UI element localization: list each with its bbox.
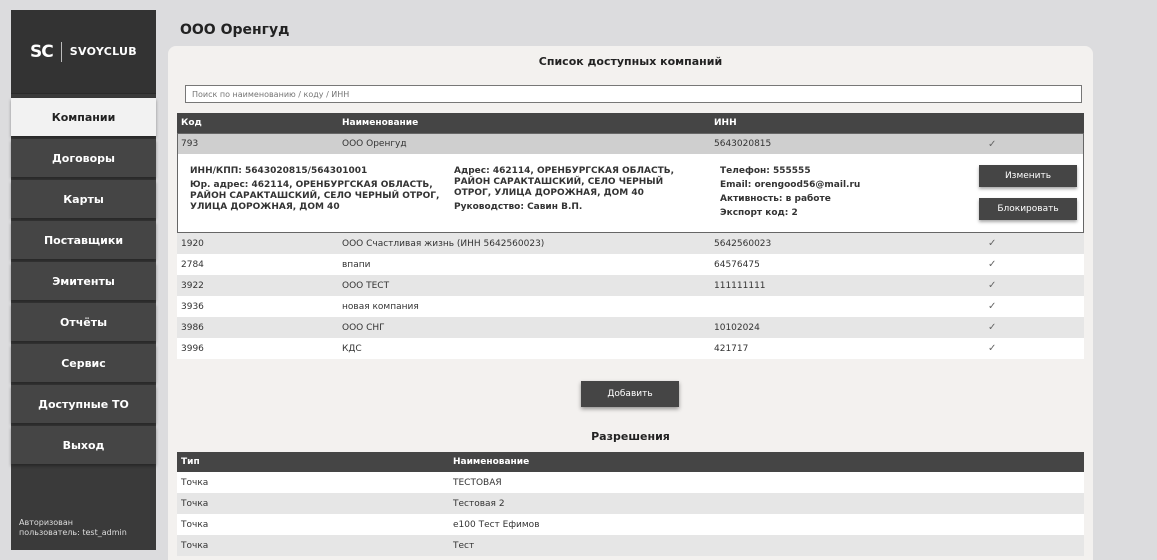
nav-item-available-to[interactable]: Доступные ТО: [11, 385, 156, 423]
row-code: 3936: [181, 301, 204, 312]
table-row[interactable]: Точка ТЕСТОВАЯ: [177, 472, 1084, 493]
header-type: Тип: [181, 457, 200, 467]
row-type: Точка: [181, 519, 209, 530]
check-icon: ✓: [988, 343, 997, 354]
row-code: 3986: [181, 322, 204, 333]
row-name: ООО ТЕСТ: [342, 280, 390, 291]
detail-export-code: Экспорт код: 2: [720, 208, 798, 218]
nav-item-contracts[interactable]: Договоры: [11, 139, 156, 177]
row-perm-name: Тестовая 2: [453, 498, 505, 509]
row-inn: 10102024: [714, 322, 760, 333]
row-name: ООО СНГ: [342, 322, 385, 333]
companies-table: Код Наименование ИНН 793 ООО Оренгуд 564…: [177, 113, 1084, 359]
check-icon: ✓: [988, 301, 997, 312]
companies-title: Список доступных компаний: [538, 55, 723, 68]
permissions-table: Тип Наименование Точка ТЕСТОВАЯ Точка Те…: [177, 452, 1084, 556]
header-perm-name: Наименование: [453, 457, 530, 467]
row-inn: 5642560023: [714, 238, 772, 249]
logo-text: SVOYCLUB: [69, 45, 137, 58]
row-perm-name: е100 Тест Ефимов: [453, 519, 540, 530]
detail-director: Руководство: Савин В.П.: [454, 202, 583, 212]
logo: SC SVOYCLUB: [11, 10, 156, 94]
row-code: 2784: [181, 259, 204, 270]
search-input[interactable]: [185, 85, 1082, 103]
detail-inn-kpp: ИНН/КПП: 5643020815/564301001: [190, 166, 368, 176]
block-button[interactable]: Блокировать: [979, 198, 1077, 220]
table-row[interactable]: Точка Тестовая 2: [177, 493, 1084, 514]
check-icon: ✓: [988, 238, 997, 249]
nav-item-service[interactable]: Сервис: [11, 344, 156, 382]
check-icon: ✓: [988, 322, 997, 333]
row-inn: 421717: [714, 343, 749, 354]
table-row[interactable]: 3986 ООО СНГ 10102024 ✓: [177, 317, 1084, 338]
companies-table-header: Код Наименование ИНН: [177, 113, 1084, 133]
check-icon: ✓: [988, 138, 997, 150]
permissions-table-header: Тип Наименование: [177, 452, 1084, 472]
check-icon: ✓: [988, 280, 997, 291]
table-row[interactable]: Точка Тест: [177, 535, 1084, 556]
row-inn: 111111111: [714, 280, 766, 291]
add-company-button[interactable]: Добавить: [581, 381, 679, 407]
detail-col-legal: ИНН/КПП: 5643020815/564301001 Юр. адрес:…: [190, 166, 445, 216]
row-code: 793: [181, 139, 199, 149]
detail-email: Email: orengood56@mail.ru: [720, 180, 861, 190]
main-panel: Список доступных компаний Код Наименован…: [168, 46, 1093, 560]
row-name: ООО Счастливая жизнь (ИНН 5642560023): [342, 238, 545, 249]
header-code: Код: [181, 118, 202, 128]
detail-legal-address: Юр. адрес: 462114, ОРЕНБУРГСКАЯ ОБЛАСТЬ,…: [190, 180, 440, 212]
nav-item-companies[interactable]: Компании: [11, 98, 156, 136]
table-row-selected[interactable]: 793 ООО Оренгуд 5643020815 ✓: [177, 133, 1084, 154]
row-code: 3922: [181, 280, 204, 291]
permissions-title: Разрешения: [591, 430, 670, 443]
row-code: 1920: [181, 238, 204, 249]
page-title: ООО Оренгуд: [180, 22, 290, 38]
nav-item-suppliers[interactable]: Поставщики: [11, 221, 156, 259]
row-type: Точка: [181, 498, 209, 509]
logo-mark: SC: [30, 41, 62, 62]
company-detail: ИНН/КПП: 5643020815/564301001 Юр. адрес:…: [177, 154, 1084, 233]
table-row[interactable]: 3922 ООО ТЕСТ 111111111 ✓: [177, 275, 1084, 296]
row-name: КДС: [342, 343, 362, 354]
row-name: ООО Оренгуд: [342, 139, 407, 149]
check-icon: ✓: [988, 259, 997, 270]
detail-activity: Активность: в работе: [720, 194, 831, 204]
nav-item-issuers[interactable]: Эмитенты: [11, 262, 156, 300]
detail-address: Адрес: 462114, ОРЕНБУРГСКАЯ ОБЛАСТЬ, РАЙ…: [454, 166, 674, 198]
auth-info: Авторизован пользователь: test_admin: [19, 518, 154, 538]
row-inn: 5643020815: [714, 139, 772, 149]
nav-item-logout[interactable]: Выход: [11, 426, 156, 464]
detail-phone: Телефон: 555555: [720, 166, 811, 176]
auth-line1: Авторизован: [19, 518, 74, 527]
row-code: 3996: [181, 343, 204, 354]
table-row[interactable]: Точка е100 Тест Ефимов: [177, 514, 1084, 535]
row-inn: 64576475: [714, 259, 760, 270]
auth-line2: пользователь: test_admin: [19, 528, 127, 537]
sidebar: SC SVOYCLUB Компании Договоры Карты Пост…: [11, 10, 156, 550]
table-row[interactable]: 3996 КДС 421717 ✓: [177, 338, 1084, 359]
table-row[interactable]: 3936 новая компания ✓: [177, 296, 1084, 317]
header-name: Наименование: [342, 118, 419, 128]
nav-item-reports[interactable]: Отчёты: [11, 303, 156, 341]
nav-item-cards[interactable]: Карты: [11, 180, 156, 218]
row-perm-name: ТЕСТОВАЯ: [453, 477, 502, 488]
row-name: впапи: [342, 259, 371, 270]
detail-col-address: Адрес: 462114, ОРЕНБУРГСКАЯ ОБЛАСТЬ, РАЙ…: [454, 166, 699, 216]
row-type: Точка: [181, 540, 209, 551]
row-type: Точка: [181, 477, 209, 488]
table-row[interactable]: 2784 впапи 64576475 ✓: [177, 254, 1084, 275]
row-perm-name: Тест: [453, 540, 475, 551]
detail-col-contacts: Телефон: 555555 Email: orengood56@mail.r…: [720, 166, 920, 222]
edit-button[interactable]: Изменить: [979, 165, 1077, 187]
table-row[interactable]: 1920 ООО Счастливая жизнь (ИНН 564256002…: [177, 233, 1084, 254]
row-name: новая компания: [342, 301, 419, 312]
header-inn: ИНН: [714, 118, 737, 128]
